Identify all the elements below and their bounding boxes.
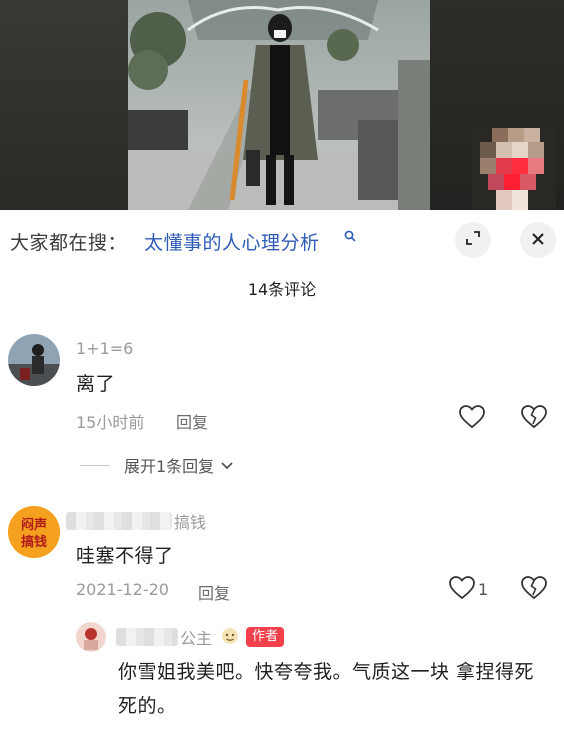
emoji-icon [220, 626, 240, 650]
comment-timestamp: 15小时前 [76, 413, 145, 432]
expand-button[interactable] [455, 222, 491, 258]
comment-text: 哇塞不得了 [76, 545, 174, 567]
author-avatar[interactable] [76, 622, 106, 652]
comments-count-title: 14条评论 [247, 280, 317, 299]
video-preview[interactable] [0, 0, 564, 210]
reply-button[interactable]: 回复 [198, 580, 230, 604]
broken-heart-icon [521, 405, 547, 433]
search-suggestion-link[interactable]: 太懂事的人心理分析 [144, 228, 320, 255]
video-frame [128, 0, 430, 210]
search-suggestion-bar: 大家都在搜： 太懂事的人心理分析 [0, 218, 564, 268]
broken-heart-icon [521, 576, 547, 604]
divider [80, 464, 110, 466]
reply-button[interactable]: 回复 [176, 409, 208, 433]
expand-replies-button[interactable]: 展开1条回复 [80, 454, 234, 476]
like-button[interactable] [458, 405, 486, 433]
chevron-down-icon [220, 456, 234, 475]
comment-username[interactable]: 1+1=6 [76, 339, 133, 358]
heart-icon [459, 405, 485, 433]
avatar[interactable] [8, 334, 60, 386]
comment-text: 离了 [76, 373, 116, 395]
like-count: 1 [478, 580, 489, 599]
avatar-text-bottom: 搞钱 [21, 534, 47, 550]
video-blur-left [0, 0, 128, 210]
author-badge: 作者 [246, 627, 285, 647]
close-button[interactable] [520, 222, 556, 258]
search-suggestion-prefix: 大家都在搜： [10, 232, 128, 254]
like-button[interactable] [448, 576, 476, 604]
dislike-button[interactable] [520, 576, 548, 604]
author-reply-text: 你雪姐我美吧。快夸夸我。气质这一块 拿捏得死死的。 [118, 661, 535, 717]
comment-timestamp: 2021-12-20 [76, 580, 169, 599]
heart-icon [449, 576, 475, 604]
avatar-text-top: 闷声 [21, 517, 47, 533]
creator-avatar-pixelated[interactable] [472, 128, 556, 210]
username-redacted [116, 628, 178, 646]
search-icon[interactable] [344, 230, 356, 246]
author-username[interactable]: 公主 [180, 625, 212, 649]
dislike-button[interactable] [520, 405, 548, 433]
close-icon [531, 231, 545, 250]
expand-replies-label: 展开1条回复 [124, 457, 215, 476]
expand-icon [465, 230, 481, 250]
username-redacted [66, 512, 172, 530]
comment-username[interactable]: 搞钱 [174, 509, 206, 533]
avatar[interactable]: 闷声 搞钱 [8, 506, 60, 558]
